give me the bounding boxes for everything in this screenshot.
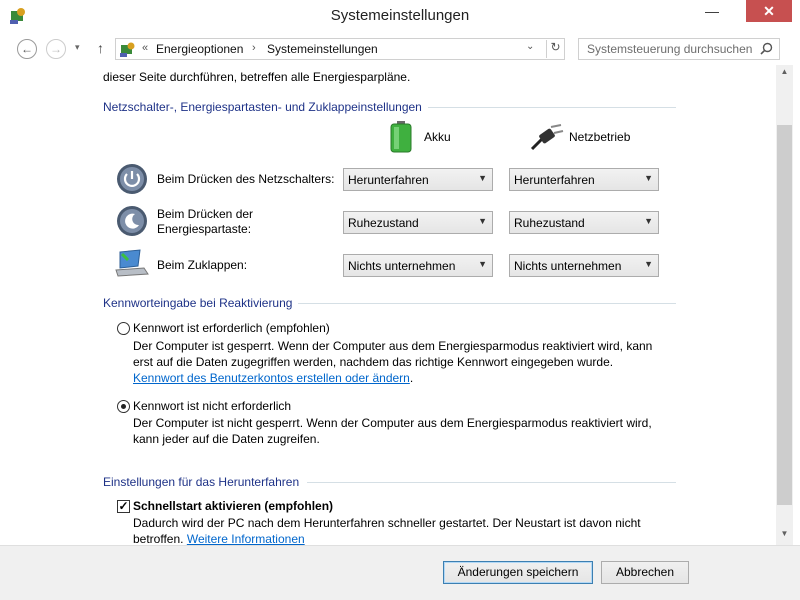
- fast-startup-label[interactable]: Schnellstart aktivieren (empfohlen): [133, 499, 333, 513]
- close-button[interactable]: ✕: [746, 0, 792, 22]
- address-bar[interactable]: « Energieoptionen › Systemeinstellungen …: [115, 38, 565, 60]
- laptop-lid-icon: [115, 249, 149, 277]
- power-button-plugged-select[interactable]: Herunterfahren ▼: [509, 168, 659, 191]
- select-value: Ruhezustand: [514, 216, 585, 230]
- breadcrumb-systemeinstellungen[interactable]: Systemeinstellungen: [267, 42, 378, 56]
- title-bar: Systemeinstellungen — ✕: [0, 0, 800, 33]
- search-input[interactable]: Systemsteuerung durchsuchen: [578, 38, 780, 60]
- select-value: Herunterfahren: [514, 173, 595, 187]
- sleep-button-label: Beim Drücken der Energiespartaste:: [157, 207, 253, 237]
- plugged-in-column-header: Netzbetrieb: [569, 130, 631, 144]
- power-button-battery-select[interactable]: Herunterfahren ▼: [343, 168, 493, 191]
- chevron-down-icon: ▼: [644, 259, 653, 269]
- chevron-down-icon: ▼: [644, 216, 653, 226]
- lid-close-label: Beim Zuklappen:: [157, 258, 248, 272]
- sleep-button-plugged-select[interactable]: Ruhezustand ▼: [509, 211, 659, 234]
- scroll-up-button[interactable]: ▲: [776, 65, 793, 79]
- power-button-icon: [117, 164, 147, 194]
- power-button-label: Beim Drücken des Netzschalters:: [157, 172, 335, 186]
- password-section-title: Kennworteingabe bei Reaktivierung: [103, 296, 293, 310]
- main-content: dieser Seite durchführen, betreffen alle…: [0, 65, 776, 545]
- scroll-down-button[interactable]: ▼: [776, 527, 793, 541]
- breadcrumb-separator[interactable]: ›: [252, 42, 256, 54]
- password-required-description: Der Computer ist gesperrt. Wenn der Comp…: [133, 338, 663, 386]
- section-divider: [428, 107, 676, 108]
- window-title: Systemeinstellungen: [330, 7, 470, 24]
- section-divider: [298, 303, 676, 304]
- password-required-radio[interactable]: [117, 322, 130, 335]
- control-panel-icon: [120, 42, 135, 57]
- battery-column-header: Akku: [424, 130, 451, 144]
- password-not-required-desc-line2: kann jeder auf die Daten zugreifen.: [133, 432, 320, 446]
- link-suffix: .: [409, 371, 414, 385]
- back-button[interactable]: ←: [17, 39, 37, 59]
- password-required-label[interactable]: Kennwort ist erforderlich (empfohlen): [133, 321, 330, 335]
- password-required-desc-line1: Der Computer ist gesperrt. Wenn der Comp…: [133, 339, 653, 353]
- chevron-down-icon: ▼: [478, 259, 487, 269]
- sleep-button-battery-select[interactable]: Ruhezustand ▼: [343, 211, 493, 234]
- chevron-down-icon: ▼: [644, 173, 653, 183]
- footer-bar: Änderungen speichern Abbrechen: [0, 545, 800, 600]
- fast-startup-desc-line2: betroffen.: [133, 532, 184, 545]
- select-value: Herunterfahren: [348, 173, 429, 187]
- breadcrumb-overflow[interactable]: «: [142, 42, 148, 54]
- select-value: Nichts unternehmen: [514, 259, 622, 273]
- navigation-bar: ← → ▾ ↑ « Energieoptionen › Systemeinste…: [0, 33, 800, 65]
- fast-startup-checkbox[interactable]: ✓: [117, 500, 130, 513]
- search-icon[interactable]: [760, 42, 773, 55]
- section-divider: [307, 482, 676, 483]
- up-button[interactable]: ↑: [97, 40, 104, 56]
- select-value: Ruhezustand: [348, 216, 419, 230]
- fast-startup-desc-line1: Dadurch wird der PC nach dem Herunterfah…: [133, 516, 641, 530]
- breadcrumb-energieoptionen[interactable]: Energieoptionen: [156, 42, 243, 56]
- cancel-button[interactable]: Abbrechen: [601, 561, 689, 584]
- sleep-button-icon: [117, 206, 147, 236]
- select-value: Nichts unternehmen: [348, 259, 456, 273]
- sleep-button-label-line1: Beim Drücken der: [157, 207, 254, 221]
- search-placeholder: Systemsteuerung durchsuchen: [587, 42, 753, 56]
- forward-button[interactable]: →: [46, 39, 66, 59]
- vertical-scrollbar[interactable]: ▲ ▼: [776, 65, 793, 545]
- more-info-link[interactable]: Weitere Informationen: [187, 532, 305, 545]
- power-buttons-section-title: Netzschalter-, Energiespartasten- und Zu…: [103, 100, 422, 114]
- minimize-button[interactable]: —: [698, 0, 726, 22]
- lid-close-plugged-select[interactable]: Nichts unternehmen ▼: [509, 254, 659, 277]
- battery-icon: [390, 121, 412, 153]
- change-password-link[interactable]: Kennwort des Benutzerkontos erstellen od…: [133, 371, 410, 385]
- password-not-required-label[interactable]: Kennwort ist nicht erforderlich: [133, 399, 291, 413]
- refresh-button[interactable]: ↻: [546, 40, 564, 58]
- fast-startup-description: Dadurch wird der PC nach dem Herunterfah…: [133, 515, 663, 545]
- save-changes-button[interactable]: Änderungen speichern: [443, 561, 593, 584]
- sleep-button-label-line2: Energiespartaste:: [157, 222, 252, 236]
- chevron-down-icon: ▼: [478, 216, 487, 226]
- password-not-required-radio[interactable]: [117, 400, 130, 413]
- lid-close-battery-select[interactable]: Nichts unternehmen ▼: [343, 254, 493, 277]
- shutdown-section-title: Einstellungen für das Herunterfahren: [103, 475, 300, 489]
- password-not-required-desc-line1: Der Computer ist nicht gesperrt. Wenn de…: [133, 416, 652, 430]
- chevron-down-icon: ▼: [478, 173, 487, 183]
- address-dropdown-button[interactable]: ⌄: [526, 41, 534, 52]
- scroll-thumb[interactable]: [777, 125, 792, 505]
- power-plug-icon: [530, 124, 564, 151]
- intro-text: dieser Seite durchführen, betreffen alle…: [103, 70, 411, 84]
- recent-locations-button[interactable]: ▾: [75, 42, 80, 53]
- password-not-required-description: Der Computer ist nicht gesperrt. Wenn de…: [133, 415, 663, 447]
- password-required-desc-line2: erst auf die Daten zugegriffen werden, n…: [133, 355, 614, 369]
